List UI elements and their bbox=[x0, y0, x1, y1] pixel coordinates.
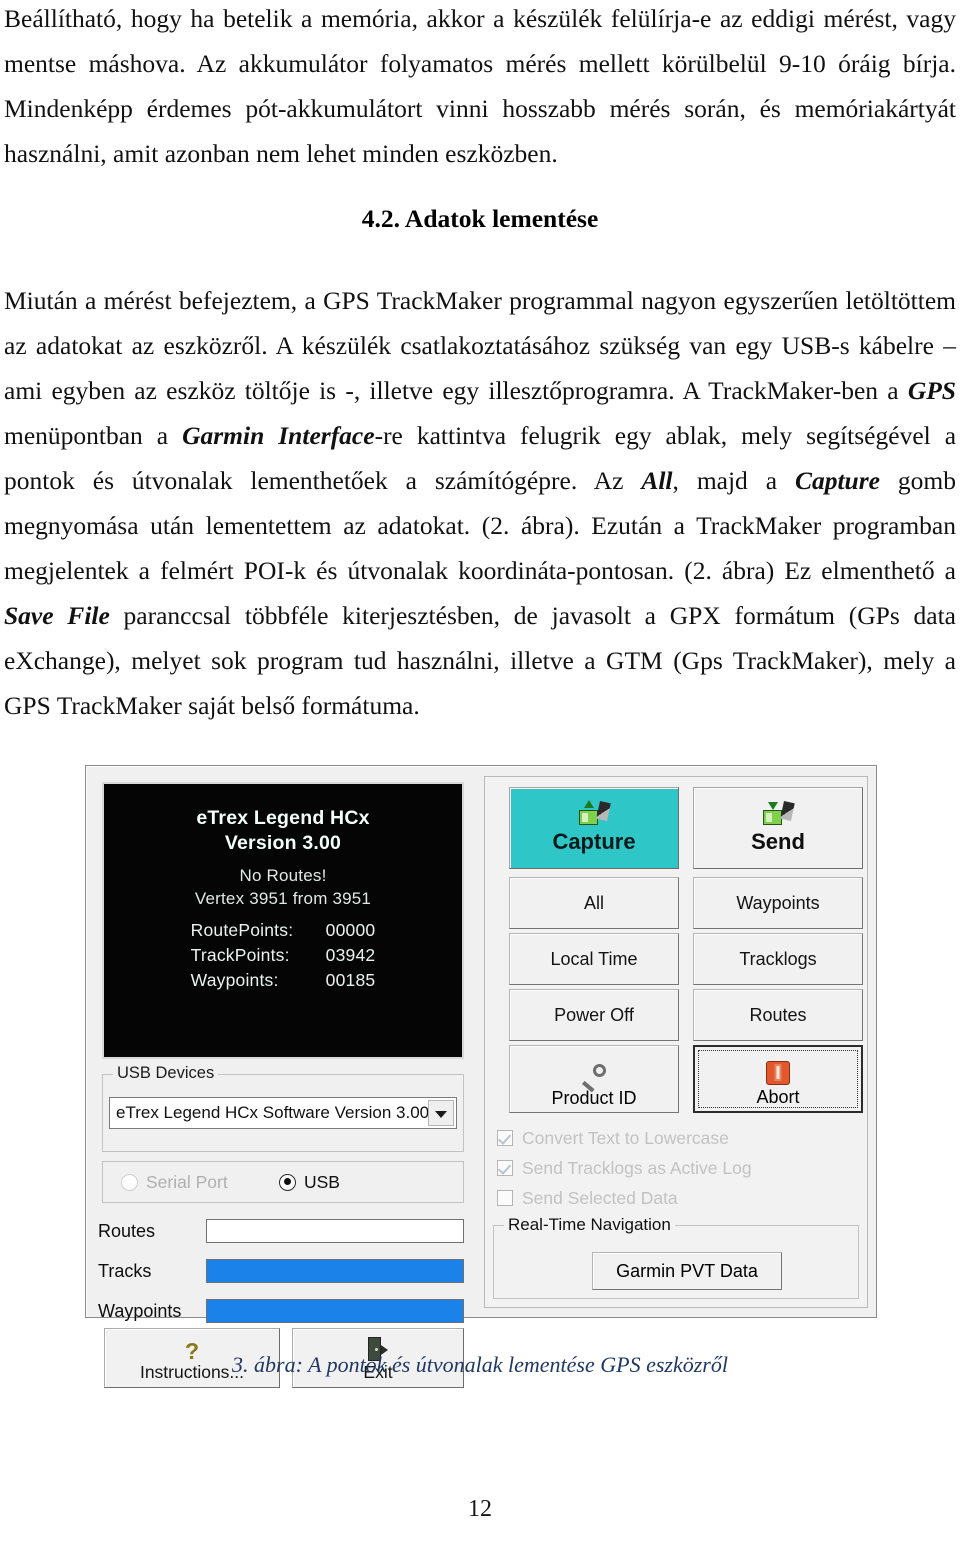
progress-label-tracks: Tracks bbox=[98, 1260, 152, 1281]
power-off-button-label: Power Off bbox=[554, 1004, 634, 1025]
product-id-button-label: Product ID bbox=[551, 1088, 637, 1108]
chevron-down-icon[interactable] bbox=[428, 1100, 454, 1126]
garmin-pvt-data-button[interactable]: Garmin PVT Data bbox=[592, 1252, 782, 1290]
stat-waypoints: Waypoints: 00185 bbox=[190, 970, 376, 990]
usb-device-select[interactable]: eTrex Legend HCx Software Version 3.00 bbox=[109, 1097, 457, 1129]
radio-usb[interactable]: USB bbox=[279, 1172, 340, 1193]
garmin-pvt-data-button-label: Garmin PVT Data bbox=[616, 1260, 758, 1281]
emphasis-capture: Capture bbox=[794, 466, 880, 495]
checkbox-row-convert-lowercase[interactable]: Convert Text to Lowercase bbox=[497, 1123, 847, 1153]
radio-usb-label: USB bbox=[304, 1171, 340, 1192]
routes-button[interactable]: Routes bbox=[693, 989, 863, 1041]
page-number: 12 bbox=[468, 1496, 492, 1522]
section-heading: 4.2. Adatok lementése bbox=[361, 204, 599, 233]
progress-label-routes: Routes bbox=[98, 1220, 156, 1241]
power-off-button[interactable]: Power Off bbox=[509, 989, 679, 1041]
waypoints-button[interactable]: Waypoints bbox=[693, 877, 863, 929]
options-checkbox-list: Convert Text to Lowercase Send Tracklogs… bbox=[497, 1123, 847, 1213]
usb-devices-group-label: USB Devices bbox=[113, 1064, 219, 1083]
figure-gps-trackmaker-dialog: eTrex Legend HCx Version 3.00 No Routes!… bbox=[85, 765, 877, 1388]
progress-bar-routes bbox=[206, 1219, 464, 1243]
checkbox-label-convert-lowercase: Convert Text to Lowercase bbox=[522, 1127, 729, 1148]
all-button-label: All bbox=[583, 892, 604, 913]
document-page: Beállítható, hogy ha betelik a memória, … bbox=[0, 0, 960, 1544]
progress-bar-waypoints bbox=[206, 1299, 464, 1323]
routes-button-label: Routes bbox=[749, 1004, 807, 1025]
radio-usb-indicator bbox=[279, 1173, 296, 1191]
progress-row-tracks: Tracks bbox=[98, 1253, 464, 1289]
para2-seg1: Miután a mérést befejeztem, a GPS TrackM… bbox=[4, 286, 956, 405]
send-button-label: Send bbox=[751, 829, 805, 854]
capture-button[interactable]: Capture bbox=[509, 787, 679, 869]
capture-device-icon bbox=[579, 800, 611, 825]
radio-serial-port[interactable]: Serial Port bbox=[121, 1172, 228, 1193]
local-time-button-label: Local Time bbox=[550, 948, 638, 969]
all-button[interactable]: All bbox=[509, 877, 679, 929]
abort-button[interactable]: Abort bbox=[693, 1045, 863, 1113]
figure-caption: 3. ábra: A pontok és útvonalak lementése… bbox=[232, 1352, 728, 1377]
power-icon bbox=[766, 1061, 790, 1085]
checkbox-send-selected-data[interactable] bbox=[497, 1190, 513, 1206]
device-stats: RoutePoints: 00000 TrackPoints: 03942 Wayp… bbox=[191, 918, 376, 993]
emphasis-garmin-interface: Garmin Interface bbox=[182, 421, 375, 450]
para2-seg2: menüpontban a bbox=[4, 421, 183, 450]
product-id-button[interactable]: Product ID bbox=[509, 1045, 679, 1113]
dialog-right-column: Capture Send All Waypoints Local Time Tr… bbox=[484, 776, 868, 1308]
progress-label-waypoints: Waypoints bbox=[98, 1300, 182, 1321]
emphasis-all: All bbox=[641, 466, 673, 495]
checkbox-label-send-selected-data: Send Selected Data bbox=[522, 1187, 678, 1208]
magnifier-icon bbox=[581, 1063, 607, 1093]
checkbox-label-send-tracklogs-active: Send Tracklogs as Active Log bbox=[522, 1157, 752, 1178]
usb-device-selected-value: eTrex Legend HCx Software Version 3.00 bbox=[116, 1103, 430, 1122]
emphasis-save-file: Save File bbox=[4, 601, 110, 630]
para2-seg6: paranccsal többféle kiterjesztésben, de … bbox=[4, 601, 956, 720]
device-no-routes: No Routes! bbox=[239, 866, 327, 885]
usb-devices-group: USB Devices eTrex Legend HCx Software Ve… bbox=[102, 1064, 464, 1152]
radio-serial-indicator bbox=[121, 1173, 138, 1191]
radio-serial-label: Serial Port bbox=[146, 1171, 228, 1192]
paragraph-data-saving: Miután a mérést befejeztem, a GPS TrackM… bbox=[4, 278, 956, 728]
checkbox-row-send-tracklogs-active[interactable]: Send Tracklogs as Active Log bbox=[497, 1153, 847, 1183]
garmin-interface-dialog: eTrex Legend HCx Version 3.00 No Routes!… bbox=[85, 765, 877, 1388]
capture-button-label: Capture bbox=[552, 829, 636, 854]
stat-trackpoints: TrackPoints: 03942 bbox=[190, 945, 376, 965]
send-button[interactable]: Send bbox=[693, 787, 863, 869]
checkbox-convert-lowercase[interactable] bbox=[497, 1130, 513, 1146]
checkbox-row-send-selected-data[interactable]: Send Selected Data bbox=[497, 1183, 847, 1213]
waypoints-button-label: Waypoints bbox=[736, 892, 820, 913]
progress-row-routes: Routes bbox=[98, 1213, 464, 1249]
local-time-button[interactable]: Local Time bbox=[509, 933, 679, 985]
para2-seg4: , majd a bbox=[672, 466, 795, 495]
real-time-navigation-group: Real-Time Navigation Garmin PVT Data bbox=[493, 1215, 859, 1299]
tracklogs-button[interactable]: Tracklogs bbox=[693, 933, 863, 985]
progress-row-waypoints: Waypoints bbox=[98, 1293, 464, 1329]
dialog-left-column: eTrex Legend HCx Version 3.00 No Routes!… bbox=[96, 776, 476, 1388]
tracklogs-button-label: Tracklogs bbox=[739, 948, 817, 969]
checkbox-send-tracklogs-active[interactable] bbox=[497, 1160, 513, 1176]
stat-routepoints: RoutePoints: 00000 bbox=[190, 920, 376, 940]
device-version: Version 3.00 bbox=[224, 832, 342, 854]
paragraph-intro: Beállítható, hogy ha betelik a memória, … bbox=[4, 4, 956, 168]
emphasis-gps: GPS bbox=[907, 376, 956, 405]
device-status-display: eTrex Legend HCx Version 3.00 No Routes!… bbox=[102, 782, 464, 1059]
real-time-navigation-group-label: Real-Time Navigation bbox=[504, 1215, 675, 1235]
send-device-icon bbox=[763, 801, 795, 825]
progress-bar-tracks bbox=[206, 1259, 464, 1283]
device-name: eTrex Legend HCx bbox=[196, 807, 370, 829]
port-type-group: Serial Port USB bbox=[102, 1161, 464, 1203]
device-vertex: Vertex 3951 from 3951 bbox=[194, 889, 372, 908]
